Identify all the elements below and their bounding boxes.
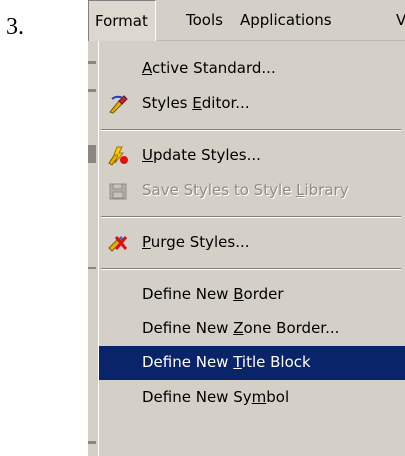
toolbar-edge-mark [88, 441, 96, 444]
menu-item-save-styles-to-library: Save Styles to Style Library [99, 174, 405, 208]
menu-item-label: Define New Symbol [142, 388, 290, 406]
menu-item-update-styles[interactable]: Update Styles... [99, 139, 405, 173]
step-number: 3. [6, 14, 24, 40]
menu-item-define-new-symbol[interactable]: Define New Symbol [99, 381, 405, 415]
format-dropdown-menu: Active Standard... Styles Editor... Upda… [98, 41, 405, 456]
menu-tools[interactable]: Tools [186, 0, 223, 40]
menu-item-define-new-title-block[interactable]: Define New Title Block [99, 346, 405, 380]
menu-separator [101, 268, 401, 270]
menu-item-label: Active Standard... [142, 59, 276, 77]
save-styles-icon [107, 180, 129, 202]
menu-item-label: Styles Editor... [142, 94, 250, 112]
purge-styles-icon [107, 232, 129, 254]
menu-item-label: Update Styles... [142, 146, 261, 164]
toolbar-edge-mark [88, 61, 96, 64]
menu-item-label: Save Styles to Style Library [142, 181, 349, 199]
menu-separator [101, 129, 401, 131]
menu-view[interactable]: V [396, 0, 405, 40]
menu-item-active-standard[interactable]: Active Standard... [99, 52, 405, 86]
toolbar-edge-mark [88, 267, 96, 269]
menu-bar: Format Tools Applications V [88, 0, 405, 41]
menu-item-label: Define New Title Block [142, 353, 311, 371]
background-toolbar-edge [88, 41, 98, 456]
application-screenshot: Format Tools Applications V Active Stand… [88, 0, 405, 456]
menu-separator [101, 216, 401, 218]
menu-applications[interactable]: Applications [240, 0, 332, 40]
toolbar-edge-mark [88, 145, 96, 163]
styles-editor-icon [107, 93, 129, 115]
menu-item-label: Define New Border [142, 285, 284, 303]
update-styles-icon [107, 145, 129, 167]
menu-item-label: Define New Zone Border... [142, 319, 340, 337]
menu-item-styles-editor[interactable]: Styles Editor... [99, 87, 405, 121]
menu-item-define-new-zone-border[interactable]: Define New Zone Border... [99, 312, 405, 346]
toolbar-edge-mark [88, 89, 96, 92]
menu-item-purge-styles[interactable]: Purge Styles... [99, 226, 405, 260]
menu-item-define-new-border[interactable]: Define New Border [99, 278, 405, 312]
menu-item-label: Purge Styles... [142, 233, 250, 251]
menu-format[interactable]: Format [88, 0, 156, 41]
